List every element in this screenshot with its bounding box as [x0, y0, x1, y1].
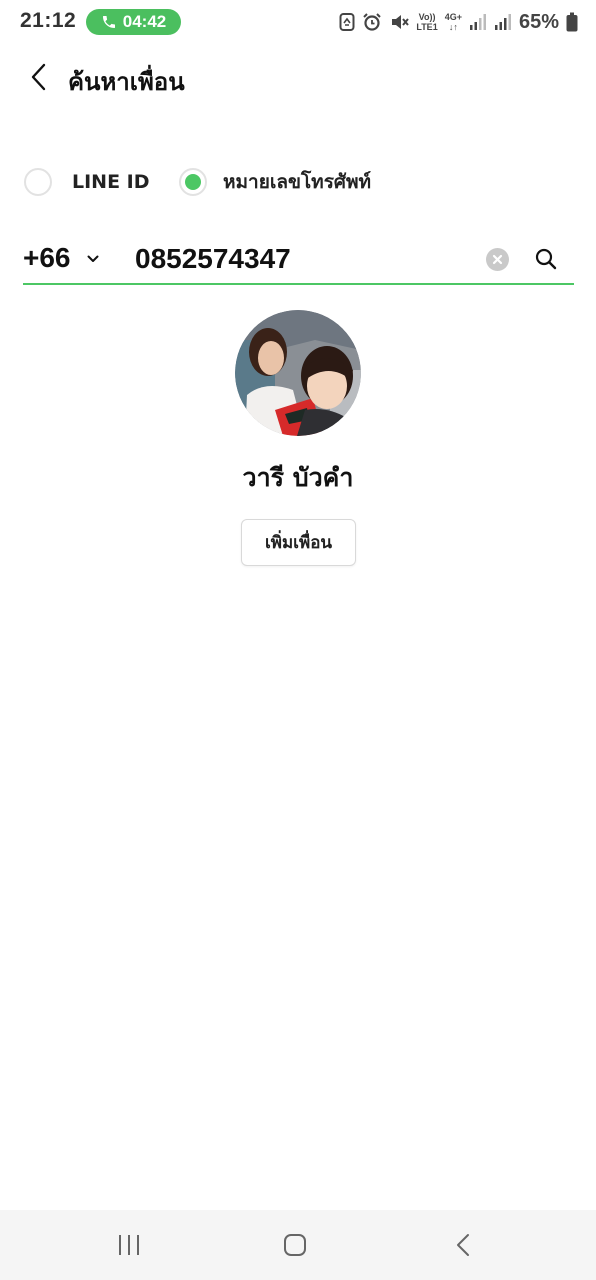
result-avatar[interactable] — [235, 310, 361, 436]
country-code-label: +66 — [23, 242, 71, 273]
battery-icon — [566, 12, 578, 32]
search-icon — [535, 248, 557, 270]
phone-icon — [102, 16, 115, 28]
radio-label-phone-number: หมายเลขโทรศัพท์ — [223, 171, 372, 193]
recents-button[interactable] — [111, 1228, 147, 1262]
signal-icon — [494, 14, 511, 30]
volte-bottom-label: LTE1 — [416, 22, 438, 32]
profile-photo — [235, 310, 361, 436]
back-nav-button[interactable] — [445, 1228, 481, 1262]
volte-indicator: Vo)) LTE1 — [416, 12, 437, 32]
volte-top-label: Vo)) — [418, 12, 436, 22]
status-icons: Vo)) LTE1 4G+ ↓↑ 65% — [339, 8, 578, 36]
status-time: 21:12 — [20, 9, 77, 32]
add-friend-button[interactable]: เพิ่มเพื่อน — [241, 519, 356, 566]
radio-circle-selected[interactable] — [179, 168, 207, 196]
home-icon — [284, 1234, 306, 1256]
clear-input-button[interactable] — [486, 248, 509, 271]
close-icon — [492, 254, 503, 265]
ongoing-call-pill[interactable]: 04:42 — [86, 9, 181, 35]
chevron-down-icon — [87, 255, 98, 262]
back-icon — [457, 1234, 469, 1256]
search-button[interactable] — [533, 246, 559, 272]
phone-search-row: +66 — [23, 238, 574, 285]
signal-icon — [469, 14, 486, 30]
recents-icon — [119, 1235, 139, 1255]
alarm-icon — [363, 13, 382, 31]
result-name: วารี บัวคำ — [242, 463, 354, 492]
page-title: ค้นหาเพื่อน — [68, 68, 185, 96]
search-type-radio-group: LINE ID หมายเลขโทรศัพท์ — [24, 165, 584, 199]
data-arrows-icon: ↓↑ — [448, 22, 458, 32]
network-type-label: 4G+ — [444, 12, 462, 22]
status-bar: 21:12 04:42 Vo)) LTE1 4G+ ↓↑ 65% — [0, 0, 596, 44]
radio-circle-unselected[interactable] — [24, 168, 52, 196]
back-button[interactable] — [22, 60, 56, 94]
home-button[interactable] — [277, 1228, 313, 1262]
header: ค้นหาเพื่อน — [0, 52, 596, 102]
radio-line-id[interactable]: LINE ID — [24, 165, 150, 199]
recycle-icon — [339, 13, 355, 31]
country-code-selector[interactable]: +66 — [23, 242, 99, 274]
radio-label-line-id: LINE ID — [72, 171, 150, 193]
system-nav-bar — [0, 1210, 596, 1280]
phone-number-input[interactable] — [135, 240, 475, 278]
call-duration: 04:42 — [122, 12, 167, 31]
chevron-left-icon — [31, 63, 46, 91]
radio-selected-dot — [185, 174, 201, 190]
network-type-indicator: 4G+ ↓↑ — [445, 12, 462, 32]
battery-percent: 65% — [518, 10, 559, 33]
mute-icon — [392, 15, 410, 29]
radio-phone-number[interactable]: หมายเลขโทรศัพท์ — [179, 165, 371, 199]
